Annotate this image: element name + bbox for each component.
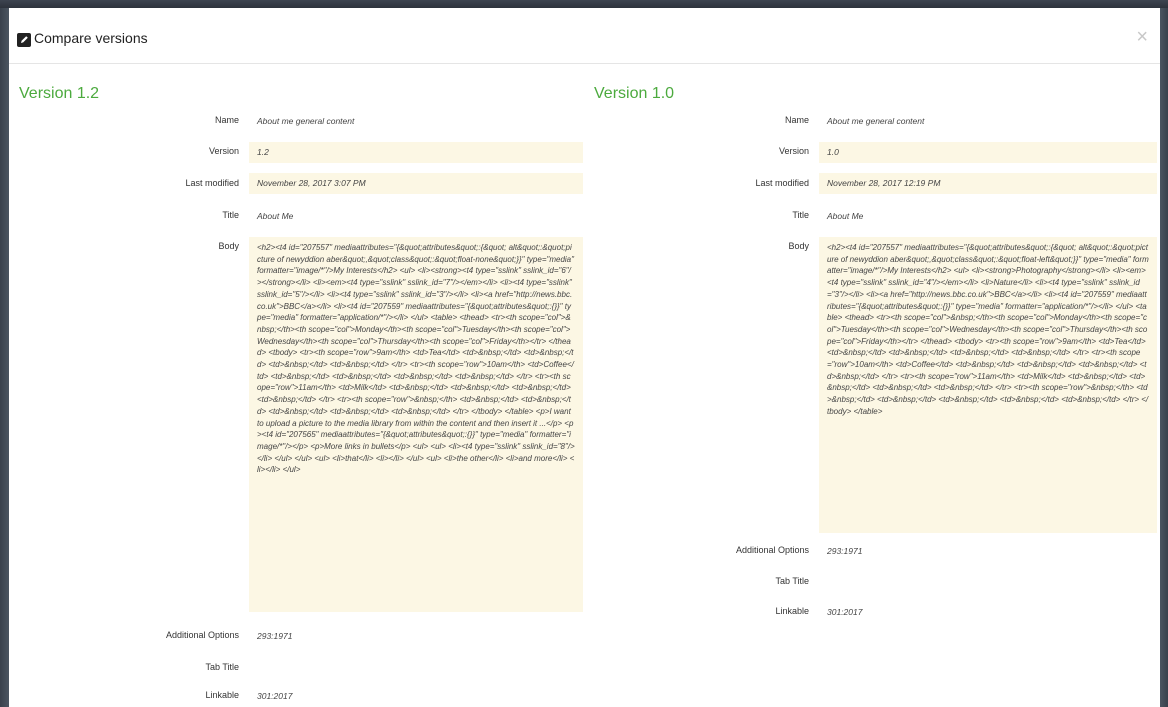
right-tab-title-label: Tab Title xyxy=(775,576,809,586)
right-additional-options-label: Additional Options xyxy=(735,545,809,555)
left-tab-title-label: Tab Title xyxy=(205,662,239,672)
right-version-value: 1.0 xyxy=(819,142,1157,163)
edit-square-icon xyxy=(17,33,31,47)
left-version-label: Version xyxy=(208,146,239,156)
right-linkable-label: Linkable xyxy=(775,606,809,616)
left-last-modified-value: November 28, 2017 3:07 PM xyxy=(249,173,583,194)
right-title-label: Title xyxy=(792,210,809,220)
left-tab-title-value xyxy=(249,658,583,680)
left-name-value: About me general content xyxy=(257,116,355,126)
left-additional-options-label: Additional Options xyxy=(165,630,239,640)
left-body-label: Body xyxy=(218,241,239,251)
right-name-value: About me general content xyxy=(827,116,925,126)
backdrop-right xyxy=(1160,8,1168,707)
left-linkable-value: 301:2017 xyxy=(257,691,293,701)
close-icon[interactable]: × xyxy=(1136,26,1148,49)
right-last-modified-value: November 28, 2017 12:19 PM xyxy=(819,173,1157,194)
left-linkable-label: Linkable xyxy=(205,690,239,700)
right-linkable-value: 301:2017 xyxy=(827,607,863,617)
right-version-label: Version xyxy=(778,146,809,156)
right-version-heading: Version 1.0 xyxy=(594,85,675,102)
left-version-value: 1.2 xyxy=(249,142,583,163)
backdrop-left xyxy=(0,8,9,707)
backdrop-top xyxy=(0,0,1168,8)
left-title-value: About Me xyxy=(257,211,294,221)
right-name-label: Name xyxy=(784,115,809,125)
left-body-value: <h2><t4 id="207557" mediaattributes="{&q… xyxy=(249,237,583,612)
right-tab-title-value xyxy=(819,572,1157,594)
right-body-value: <h2><t4 id="207557" mediaattributes="{&q… xyxy=(819,237,1157,533)
left-last-modified-label: Last modified xyxy=(185,178,239,188)
compare-versions-modal: Compare versions × Version 1.2 Name Abou… xyxy=(9,8,1160,707)
right-additional-options-value: 293:1971 xyxy=(827,546,863,556)
left-title-label: Title xyxy=(222,210,239,220)
modal-header: Compare versions × xyxy=(9,8,1160,64)
left-name-label: Name xyxy=(214,115,239,125)
right-title-value: About Me xyxy=(827,211,864,221)
right-last-modified-label: Last modified xyxy=(755,178,809,188)
modal-title: Compare versions xyxy=(34,30,148,46)
left-version-heading: Version 1.2 xyxy=(19,85,100,102)
left-additional-options-value: 293:1971 xyxy=(257,631,293,641)
right-body-label: Body xyxy=(788,241,809,251)
